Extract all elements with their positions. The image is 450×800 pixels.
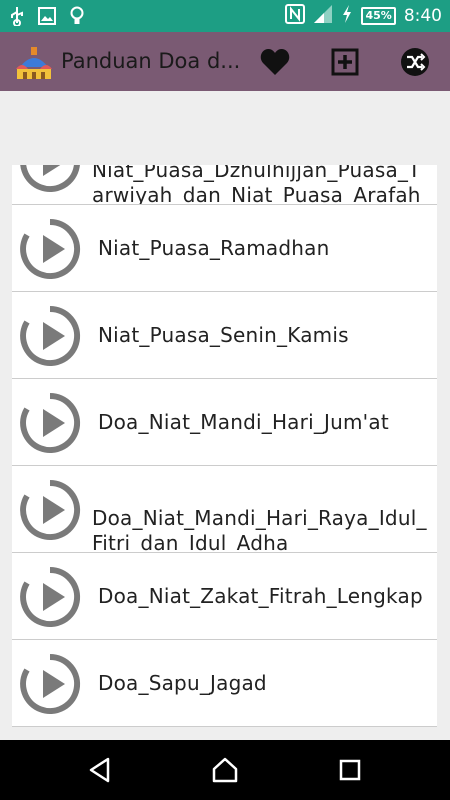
list-item-label: Doa_Niat_Mandi_Hari_Raya_Idul_Fitri_dan_… [92,506,427,552]
lightbulb-icon [70,6,84,30]
nfc-icon [285,4,306,28]
image-icon [38,7,56,29]
recents-icon[interactable] [332,754,368,786]
prayer-list[interactable]: Niat_Puasa_Dzhulhijjan_Puasa_Tarwiyah_da… [0,165,450,740]
list-item[interactable]: Doa_Niat_Mandi_Hari_Jum'at [12,379,437,466]
list-item[interactable]: Doa_Sapu_Jagad [12,640,437,727]
play-icon [19,392,81,454]
list-item-label: Doa_Sapu_Jagad [98,671,267,695]
list-item[interactable]: Niat_Puasa_Dzhulhijjan_Puasa_Tarwiyah_da… [12,165,437,205]
play-icon [19,305,81,367]
back-icon[interactable] [82,754,118,786]
list-item-label: Niat_Puasa_Dzhulhijjan_Puasa_Tarwiyah_da… [92,165,421,204]
battery-indicator: 45% [361,7,396,25]
list-item[interactable]: Niat_Puasa_Senin_Kamis [12,292,437,379]
header-spacer [0,91,450,165]
list-item-label: Niat_Puasa_Senin_Kamis [98,323,349,347]
play-icon [19,653,81,715]
heart-icon[interactable] [255,42,295,82]
shuffle-icon[interactable] [395,42,435,82]
clock: 8:40 [403,6,442,26]
play-icon [19,165,81,193]
add-box-icon[interactable] [325,42,365,82]
play-icon [19,566,81,628]
list-item-label: Doa_Niat_Zakat_Fitrah_Lengkap [98,584,423,608]
charging-icon [341,4,353,28]
play-icon [19,479,81,541]
list-item[interactable]: Doa_Niat_Mandi_Hari_Raya_Idul_Fitri_dan_… [12,466,437,553]
signal-icon [313,4,333,28]
home-icon[interactable] [207,754,243,786]
app-bar: Panduan Doa d... [0,32,450,91]
app-title: Panduan Doa d... [61,49,241,73]
list-item[interactable]: Doa_Niat_Zakat_Fitrah_Lengkap [12,553,437,640]
list-item-label: Niat_Puasa_Ramadhan [98,236,330,260]
mosque-icon [14,43,54,83]
play-icon [19,218,81,280]
status-bar: 45% 8:40 [0,0,450,32]
navigation-bar [0,740,450,800]
list-item[interactable]: Niat_Puasa_Ramadhan [12,205,437,292]
usb-icon [10,6,24,30]
list-item-label: Doa_Niat_Mandi_Hari_Jum'at [98,410,389,434]
